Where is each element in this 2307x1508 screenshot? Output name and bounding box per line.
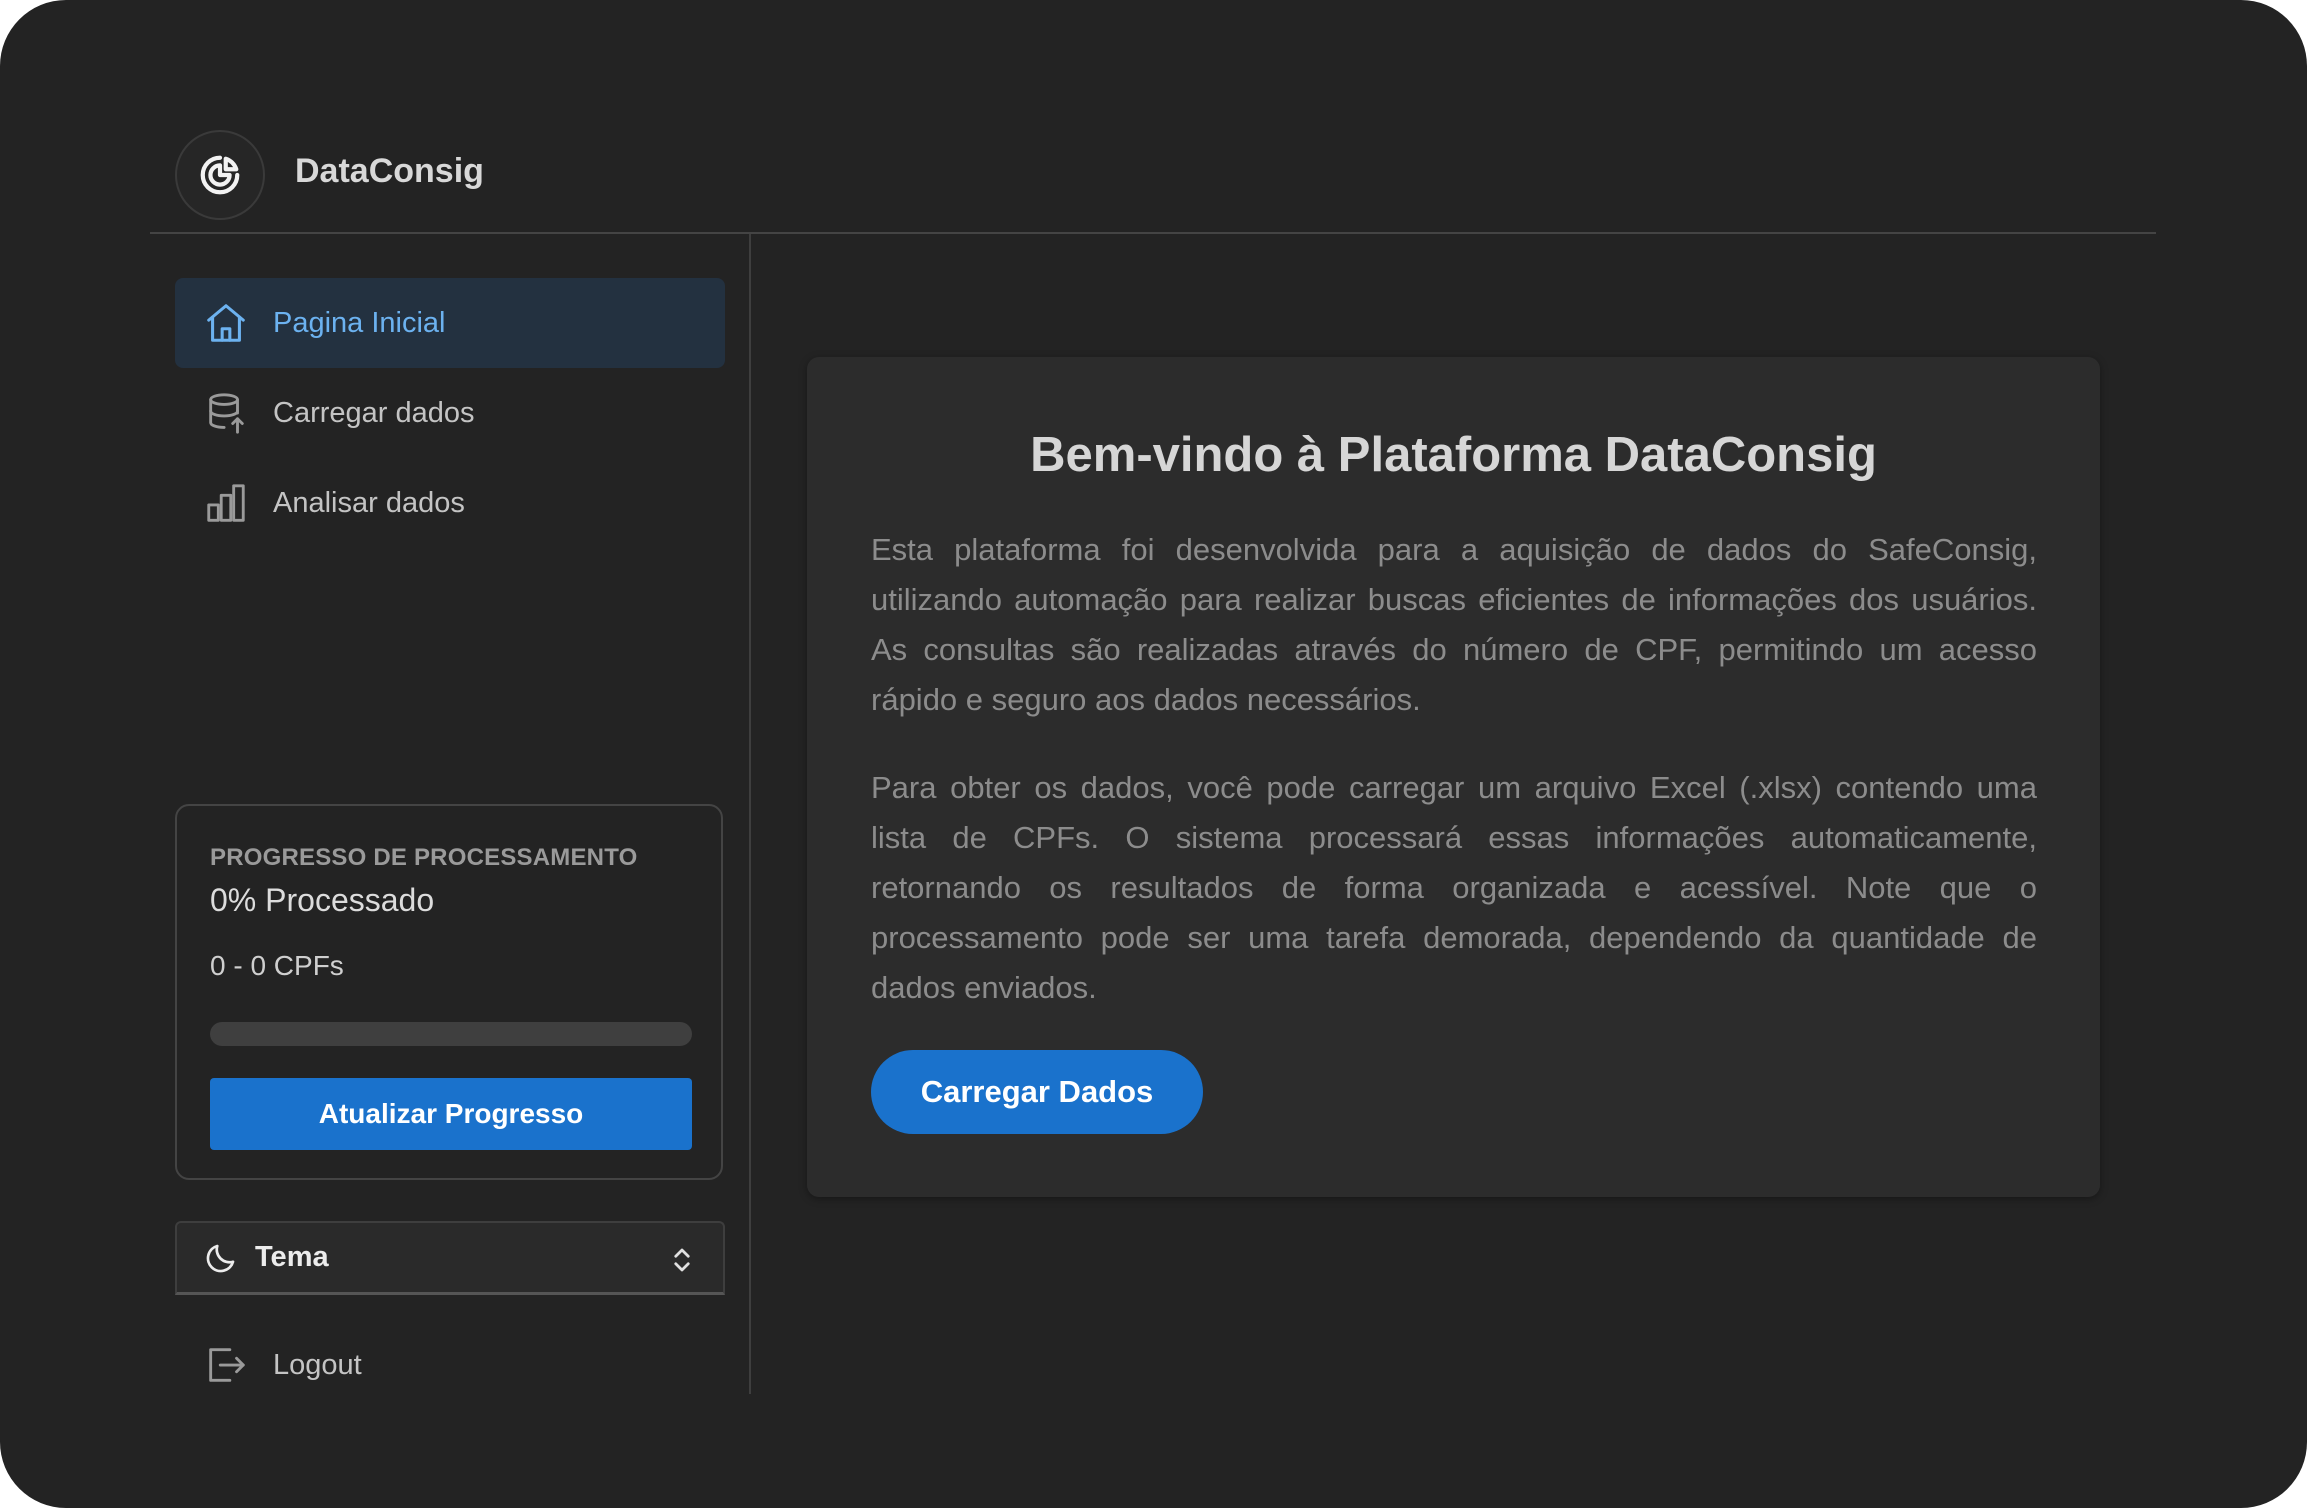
instructions-paragraph: Para obter os dados, você pode carregar … xyxy=(871,770,2037,1005)
update-progress-button[interactable]: Atualizar Progresso xyxy=(210,1078,692,1150)
logout-icon xyxy=(201,1340,251,1390)
intro-paragraph: Esta plataforma foi desenvolvida para a … xyxy=(871,532,2037,717)
pie-chart-icon xyxy=(200,155,240,195)
bar-chart-icon xyxy=(201,478,251,528)
welcome-card: Bem-vindo à Plataforma DataConsig Esta p… xyxy=(807,357,2100,1197)
app-logo[interactable] xyxy=(175,130,265,220)
sidebar-item-home[interactable]: Pagina Inicial xyxy=(175,278,725,368)
progress-bar xyxy=(210,1022,692,1046)
progress-range: 0 - 0 CPFs xyxy=(210,950,344,981)
sidebar-divider xyxy=(749,234,751,1394)
sidebar-item-label: Carregar dados xyxy=(273,396,475,429)
database-upload-icon xyxy=(201,388,251,438)
theme-label: Tema xyxy=(255,1241,329,1273)
sidebar-item-label: Pagina Inicial xyxy=(273,306,446,339)
moon-icon xyxy=(201,1238,241,1278)
home-icon xyxy=(201,298,251,348)
progress-title: PROGRESSO DE PROCESSAMENTO xyxy=(210,844,638,871)
sidebar-item-analyze[interactable]: Analisar dados xyxy=(175,458,725,548)
chevron-updown-icon xyxy=(674,1248,690,1272)
app-header: DataConsig xyxy=(150,130,2156,234)
page-title: Bem-vindo à Plataforma DataConsig xyxy=(1030,428,1877,482)
sidebar-item-upload[interactable]: Carregar dados xyxy=(175,368,725,458)
logout-label: Logout xyxy=(273,1348,362,1381)
sidebar-item-label: Analisar dados xyxy=(273,486,465,519)
logout-button[interactable]: Logout xyxy=(175,1320,575,1410)
progress-percent: 0% Processado xyxy=(210,882,435,918)
app-window: DataConsig Pagina Inicial Carregar dados xyxy=(0,0,2307,1508)
upload-data-button[interactable]: Carregar Dados xyxy=(871,1050,1203,1134)
progress-card: PROGRESSO DE PROCESSAMENTO 0% Processado… xyxy=(175,804,723,1180)
app-title: DataConsig xyxy=(295,152,484,190)
theme-select[interactable]: Tema xyxy=(175,1221,725,1295)
